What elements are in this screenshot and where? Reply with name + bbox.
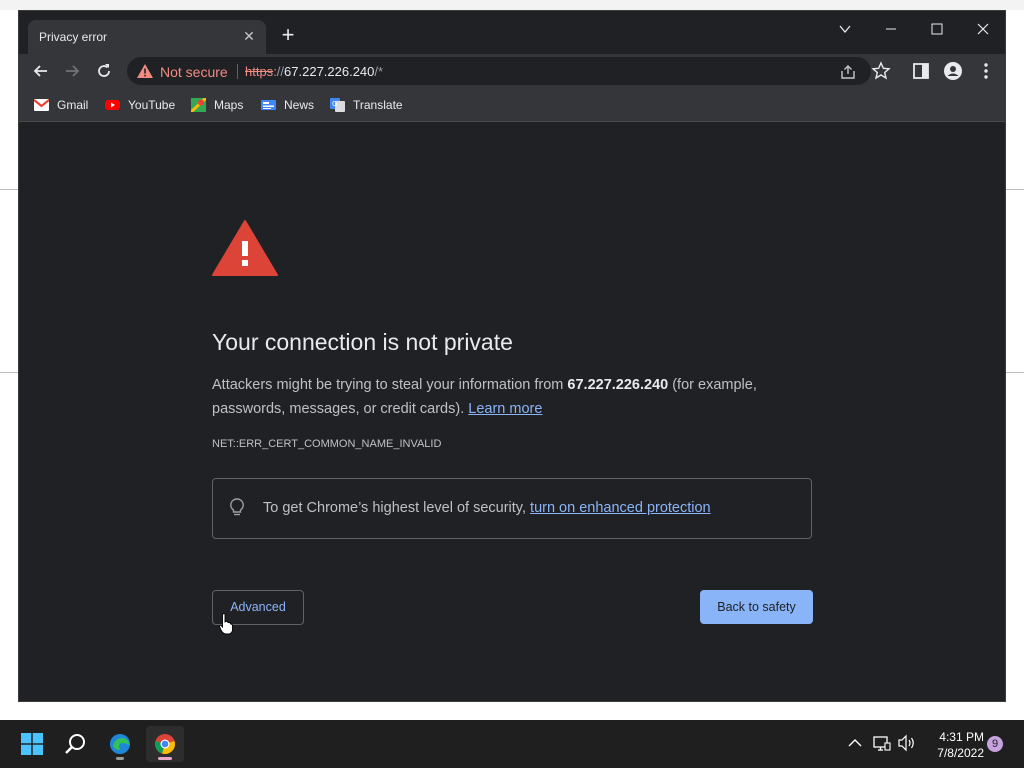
interstitial-page: Your connection is not private Attackers… — [19, 123, 1005, 701]
bookmarks-bar: Gmail YouTube Maps News G Translate — [19, 88, 1005, 122]
bookmark-news[interactable]: News — [261, 97, 319, 113]
desc-text: Attackers might be trying to steal your … — [212, 377, 568, 393]
hand-cursor-icon — [219, 613, 233, 635]
minimize-icon — [886, 28, 896, 30]
warning-triangle-icon — [212, 220, 278, 276]
reload-button[interactable] — [92, 59, 116, 83]
taskbar: 4:31 PM 7/8/2022 9 — [0, 720, 1024, 768]
url-separator: :// — [273, 64, 285, 79]
arrow-left-icon — [33, 65, 47, 77]
windows-logo-icon — [21, 733, 43, 755]
active-indicator — [158, 757, 172, 760]
maximize-icon — [931, 23, 943, 35]
new-tab-button[interactable]: + — [277, 24, 299, 47]
host-name: 67.227.226.240 — [567, 377, 669, 393]
lightbulb-icon — [230, 498, 244, 516]
warning-icon[interactable] — [137, 64, 153, 78]
menu-icon[interactable] — [976, 61, 996, 81]
network-icon[interactable] — [873, 734, 891, 752]
error-heading: Your connection is not private — [212, 329, 513, 355]
url-path: /* — [374, 64, 384, 79]
forward-button[interactable] — [60, 59, 84, 83]
volume-icon[interactable] — [898, 734, 916, 752]
bookmark-translate[interactable]: G Translate — [330, 97, 410, 113]
bookmark-youtube[interactable]: YouTube — [105, 97, 180, 113]
enhanced-protection-link[interactable]: turn on enhanced protection — [530, 500, 711, 516]
minimize-button[interactable] — [871, 15, 911, 43]
not-secure-label[interactable]: Not secure — [160, 64, 228, 80]
gmail-icon — [34, 99, 49, 111]
tab-title: Privacy error — [39, 30, 108, 44]
learn-more-link[interactable]: Learn more — [468, 401, 542, 417]
url-scheme: https — [245, 64, 274, 79]
tab-privacy-error[interactable]: Privacy error ✕ — [28, 20, 266, 54]
taskbar-edge[interactable] — [101, 726, 139, 762]
star-icon[interactable] — [871, 61, 891, 81]
side-panel-icon[interactable] — [911, 61, 931, 81]
security-text-label: To get Chrome’s highest level of securit… — [263, 500, 531, 516]
security-text: To get Chrome’s highest level of securit… — [263, 500, 711, 516]
tab-close-icon[interactable]: ✕ — [240, 27, 258, 45]
maximize-button[interactable] — [917, 15, 957, 43]
chrome-window: Privacy error ✕ + Not secure https://67.… — [18, 10, 1006, 702]
news-icon — [261, 100, 276, 110]
reload-icon — [98, 64, 110, 77]
share-icon[interactable] — [839, 63, 857, 81]
url-host: 67.227.226.240 — [284, 64, 375, 79]
url-text[interactable]: https://67.227.226.240/* — [245, 64, 383, 79]
error-code[interactable]: NET::ERR_CERT_COMMON_NAME_INVALID — [212, 438, 441, 450]
clock[interactable]: 4:31 PM 7/8/2022 — [928, 729, 984, 761]
running-indicator — [116, 757, 124, 760]
arrow-right-icon — [66, 65, 80, 77]
chevron-up-icon[interactable] — [848, 737, 862, 749]
bookmark-maps[interactable]: Maps — [191, 97, 249, 113]
svg-text:G: G — [332, 100, 337, 108]
tab-search-button[interactable] — [825, 15, 865, 43]
chevron-down-icon — [839, 25, 851, 34]
youtube-icon — [105, 100, 120, 110]
tab-strip: Privacy error ✕ + — [19, 11, 1005, 54]
back-button[interactable] — [29, 59, 53, 83]
address-bar[interactable]: Not secure https://67.227.226.240/* — [127, 57, 871, 85]
background-titlebar — [0, 0, 1024, 10]
notification-badge[interactable]: 9 — [987, 736, 1003, 752]
enhanced-protection-box: To get Chrome’s highest level of securit… — [212, 478, 812, 539]
start-button[interactable] — [13, 726, 51, 762]
close-button[interactable] — [963, 15, 1003, 43]
back-to-safety-button[interactable]: Back to safety — [700, 590, 813, 624]
maps-icon — [191, 98, 206, 112]
omnibox-separator — [237, 64, 238, 79]
bookmark-gmail[interactable]: Gmail — [34, 97, 94, 113]
close-icon — [977, 23, 989, 35]
translate-icon: G — [330, 98, 345, 112]
taskbar-chrome[interactable] — [146, 726, 184, 762]
search-button[interactable] — [57, 726, 95, 762]
chrome-icon — [155, 734, 175, 754]
error-description: Attackers might be trying to steal your … — [212, 373, 812, 421]
clock-date: 7/8/2022 — [937, 746, 984, 760]
profile-icon[interactable] — [943, 61, 963, 81]
edge-icon — [110, 734, 130, 754]
search-icon — [65, 734, 85, 754]
clock-time: 4:31 PM — [939, 730, 984, 744]
toolbar: Not secure https://67.227.226.240/* — [19, 54, 1005, 88]
